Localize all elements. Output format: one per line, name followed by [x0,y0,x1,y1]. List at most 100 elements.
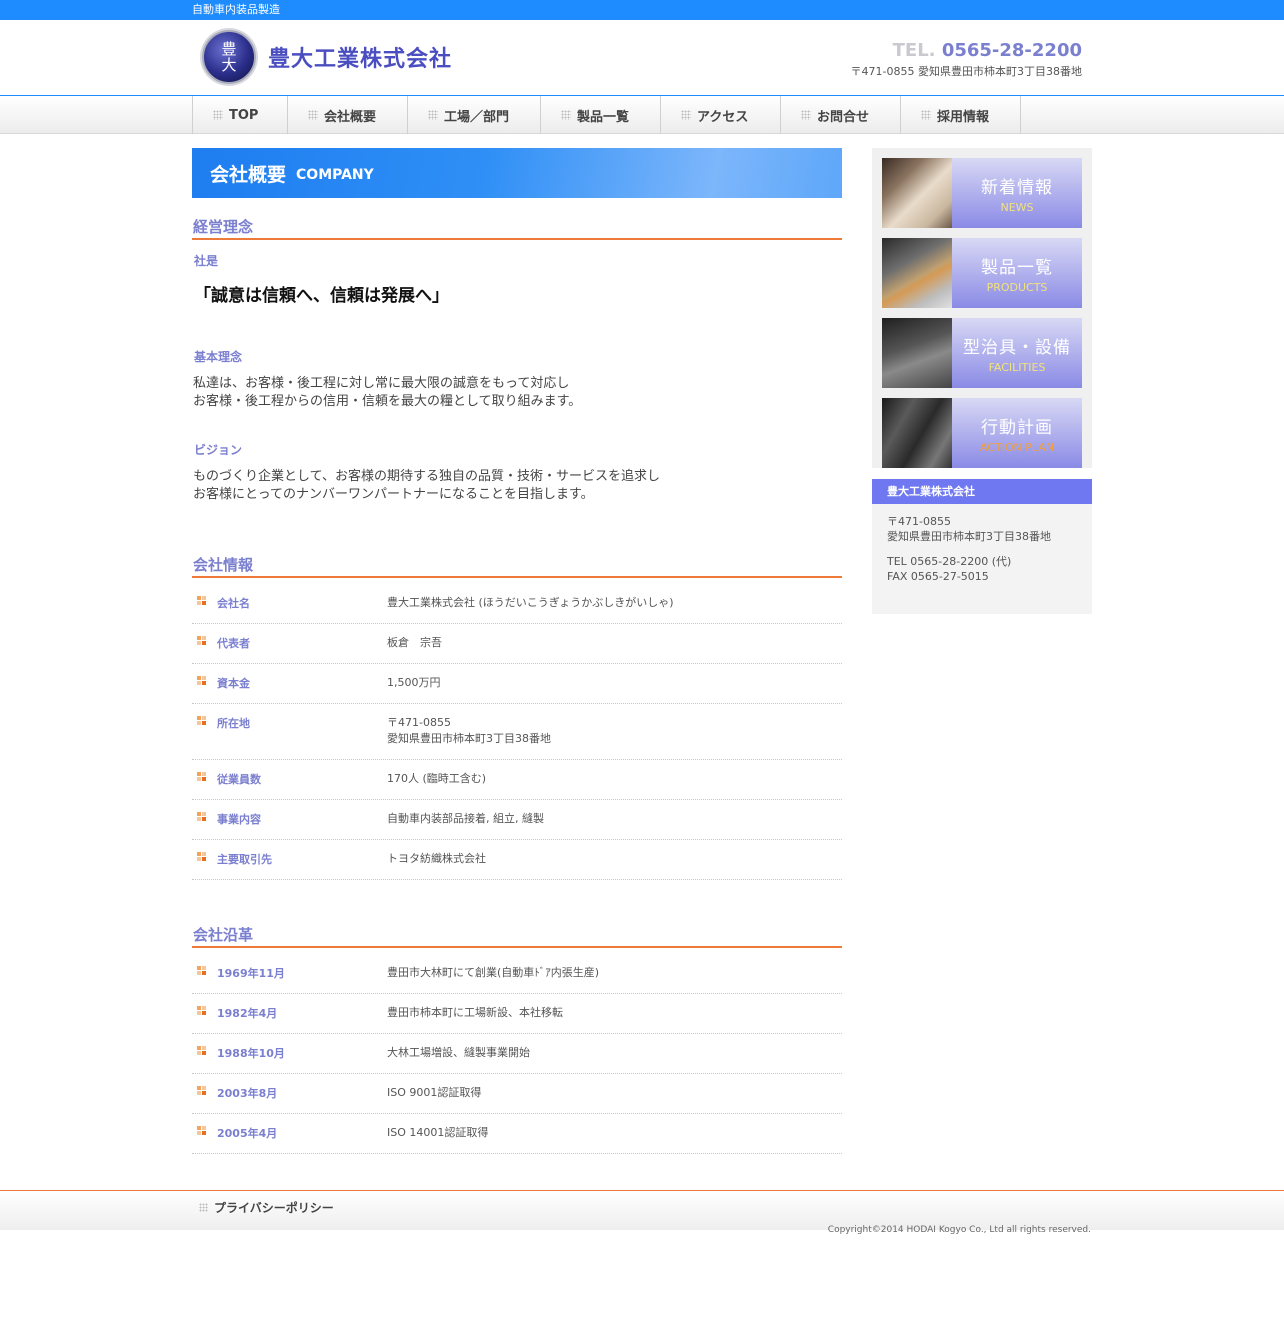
basic-philosophy-line: 私達は、お客様・後工程に対し常に最大限の誠意をもって対応し [193,376,570,391]
table-row: 資本金 1,500万円 [192,664,842,704]
nav-dots-icon [681,110,691,120]
table-value-line: 〒471-0855 [387,716,451,729]
table-key-text: 資本金 [217,677,250,690]
sidebar-box-title: 豊大工業株式会社 [872,479,1092,504]
banner-subtitle: PRODUCTS [986,280,1048,294]
site-footer: プライバシーポリシー Copyright©2014 HODAI Kogyo Co… [0,1190,1284,1235]
sidebar-tel: TEL 0565-28-2200 (代) [887,555,1012,568]
table-value: 大林工場増設、縫製事業開始 [387,1046,530,1059]
banner-facilities-photo [882,318,952,388]
table-value: 170人 (臨時工含む) [387,772,487,785]
sidebar-address-line: 愛知県豊田市柿本町3丁目38番地 [887,530,1051,543]
banner-subtitle: ACTION PLAN [979,440,1055,454]
history-table: 1969年11月 豊田市大林町にて創業(自動車ﾄﾞｱ内張生産) 1982年4月 … [192,954,842,1154]
bullet-icon [197,1126,206,1135]
header-tel: TEL. 0565-28-2200 [851,40,1082,61]
table-row: 1988年10月 大林工場増設、縫製事業開始 [192,1034,842,1074]
site-header: 豊 大 豊大工業株式会社 TEL. 0565-28-2200 〒471-0855… [192,20,1092,95]
header-contact: TEL. 0565-28-2200 〒471-0855 愛知県豊田市柿本町3丁目… [851,40,1082,79]
banner-title: 新着情報 [981,177,1053,198]
philosophy-heading: 経営理念 [192,216,842,240]
sidebar-company-box: 豊大工業株式会社 〒471-0855 愛知県豊田市柿本町3丁目38番地 TEL … [872,479,1092,614]
sidebar-box-body: 〒471-0855 愛知県豊田市柿本町3丁目38番地 TEL 0565-28-2… [872,504,1092,584]
table-row: 1982年4月 豊田市柿本町に工場新設、本社移転 [192,994,842,1034]
company-info-heading: 会社情報 [192,554,842,578]
bullet-icon [197,676,206,685]
nav-item-access[interactable]: アクセス [661,96,781,134]
copyright: Copyright©2014 HODAI Kogyo Co., Ltd all … [827,1225,1091,1235]
banner-subtitle: NEWS [1000,200,1034,214]
privacy-policy-label: プライバシーポリシー [214,1200,334,1215]
table-key: 主要取引先 [192,851,387,867]
footer-dots-icon [199,1202,208,1212]
bullet-icon [197,1046,206,1055]
table-row: 従業員数 170人 (臨時工含む) [192,760,842,800]
table-key-text: 従業員数 [217,773,261,786]
nav-item-contact[interactable]: お問合せ [781,96,901,134]
table-key: 1982年4月 [192,1005,387,1021]
table-key: 資本金 [192,675,387,691]
table-value: 板倉 宗吾 [387,636,442,649]
nav-dots-icon [428,110,438,120]
banner-products-photo [882,238,952,308]
table-row: 会社名 豊大工業株式会社 (ほうだいこうぎょうかぶしきがいしゃ) [192,584,842,624]
nav-item-label: 採用情報 [937,109,990,125]
footer-bar: プライバシーポリシー [0,1190,1284,1230]
page-title-en: COMPANY [296,166,374,183]
table-row: 事業内容 自動車内装部品接着, 組立, 縫製 [192,800,842,840]
tel-prefix: TEL. [892,40,936,61]
banner-title: 行動計画 [981,417,1053,438]
banner-action-plan[interactable]: 行動計画 ACTION PLAN [882,398,1082,468]
banner-facilities[interactable]: 型治具・設備 FACILITIES [882,318,1082,388]
banner-products[interactable]: 製品一覧 PRODUCTS [882,238,1082,308]
banner-news-text: 新着情報 NEWS [952,158,1082,228]
header-address: 〒471-0855 愛知県豊田市柿本町3丁目38番地 [850,65,1082,78]
table-row: 1969年11月 豊田市大林町にて創業(自動車ﾄﾞｱ内張生産) [192,954,842,994]
bullet-icon [197,1006,206,1015]
nav-item-label: TOP [229,107,259,123]
table-key: 2005年4月 [192,1125,387,1141]
main-content: 会社概要 COMPANY 経営理念 社是 「誠意は信頼へ、信頼は発展へ」 基本理… [192,148,842,1154]
table-key: 会社名 [192,595,387,611]
table-key: 事業内容 [192,811,387,827]
bullet-icon [197,966,206,975]
sidebar: 新着情報 NEWS 製品一覧 PRODUCTS 型治具・設備 FACILITIE… [872,148,1092,1154]
nav-item-top[interactable]: TOP [193,96,288,134]
page-title: 会社概要 COMPANY [192,148,842,198]
nav-dots-icon [801,110,811,120]
basic-philosophy-text: 私達は、お客様・後工程に対し常に最大限の誠意をもって対応し お客様・後工程からの… [193,375,842,411]
table-row: 主要取引先 トヨタ紡織株式会社 [192,840,842,880]
privacy-policy-link[interactable]: プライバシーポリシー [199,1199,334,1216]
bullet-icon [197,636,206,645]
table-key: 2003年8月 [192,1085,387,1101]
banner-products-text: 製品一覧 PRODUCTS [952,238,1082,308]
table-key: 所在地 [192,715,387,747]
nav-item-factory[interactable]: 工場／部門 [408,96,541,134]
sidebar-zip: 〒471-0855 [887,515,951,528]
motto-label: 社是 [194,254,219,268]
banner-news-photo [882,158,952,228]
table-value: ISO 14001認証取得 [387,1126,489,1139]
page-title-ja: 会社概要 [210,163,287,186]
logo[interactable]: 豊 大 豊大工業株式会社 [202,30,452,84]
nav-dots-icon [213,110,223,120]
nav-item-company[interactable]: 会社概要 [288,96,408,134]
table-value: 1,500万円 [387,676,441,689]
nav-item-label: お問合せ [817,109,870,125]
table-key: 1969年11月 [192,965,387,981]
vision-label: ビジョン [194,443,243,457]
banner-title: 製品一覧 [981,257,1053,278]
history-heading: 会社沿革 [192,924,842,948]
bullet-icon [197,596,206,605]
table-value: 豊大工業株式会社 (ほうだいこうぎょうかぶしきがいしゃ) [387,596,674,609]
nav-item-label: アクセス [697,109,749,125]
banner-news[interactable]: 新着情報 NEWS [882,158,1082,228]
top-bar: 自動車内装品製造 [0,0,1284,20]
bullet-icon [197,1086,206,1095]
table-key-text: 1988年10月 [217,1047,285,1060]
nav-item-recruit[interactable]: 採用情報 [901,96,1021,134]
table-value: 自動車内装部品接着, 組立, 縫製 [387,812,544,825]
bullet-icon [197,716,206,725]
nav-item-products[interactable]: 製品一覧 [541,96,661,134]
table-value: 豊田市大林町にて創業(自動車ﾄﾞｱ内張生産) [387,966,600,979]
